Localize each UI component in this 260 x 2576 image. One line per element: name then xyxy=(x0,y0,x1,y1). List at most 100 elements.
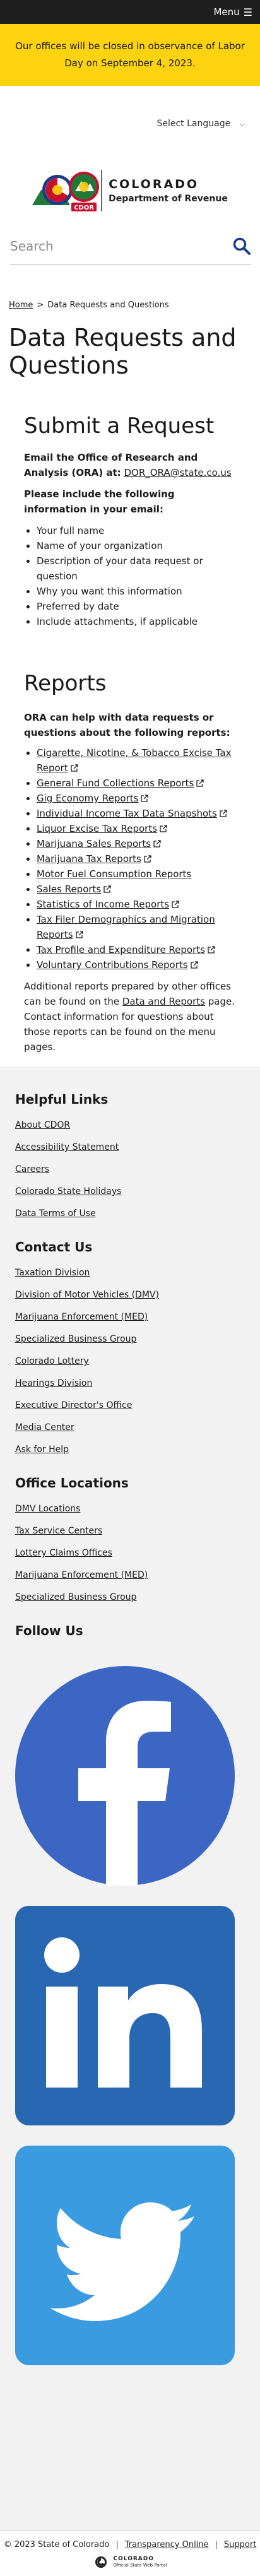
hamburger-icon: ☰ xyxy=(243,6,252,18)
report-list-item: Individual Income Tax Data Snapshots xyxy=(37,806,237,821)
language-select[interactable]: Select Language ⌵ xyxy=(157,119,245,129)
external-link-icon xyxy=(208,946,215,954)
external-link-icon xyxy=(220,810,227,817)
footer-link[interactable]: Marijuana Enforcement (MED) xyxy=(15,1568,245,1582)
top-menu-bar: Menu ☰ xyxy=(0,0,260,24)
portal-subtitle: Official State Web Portal xyxy=(113,2563,167,2568)
report-link[interactable]: Tax Profile and Expenditure Reports xyxy=(37,944,205,955)
alert-text: Our offices will be closed in observance… xyxy=(15,40,245,69)
footer-link[interactable]: Specialized Business Group xyxy=(15,1332,245,1346)
report-list-item: Tax Profile and Expenditure Reports xyxy=(37,942,237,957)
reports-heading: Reports xyxy=(24,671,107,696)
support-link[interactable]: Support xyxy=(224,2540,256,2549)
helpful-links-group: Helpful Links About CDOR Accessibility S… xyxy=(15,1092,245,1220)
submit-request-section: Submit a Request Email the Office of Res… xyxy=(24,413,237,629)
email-paragraph: Email the Office of Research and Analysi… xyxy=(24,450,237,480)
external-link-icon xyxy=(153,840,161,848)
report-link[interactable]: Liquor Excise Tax Reports xyxy=(37,823,157,834)
footer-link[interactable]: Careers xyxy=(15,1162,245,1176)
reports-section: Reports ORA can help with data requests … xyxy=(24,671,237,1055)
state-portal-logo[interactable]: COLORADO Official State Web Portal xyxy=(0,2556,260,2568)
list-item: Preferred by date xyxy=(37,599,237,614)
copyright-text: © 2023 State of Colorado xyxy=(3,2540,110,2549)
logo-line2: Department of Revenue xyxy=(109,194,228,204)
report-link[interactable]: Marijuana Sales Reports xyxy=(37,838,151,849)
list-item: Include attachments, if applicable xyxy=(37,614,237,629)
footer-link[interactable]: Division of Motor Vehicles (DMV) xyxy=(15,1288,245,1302)
menu-label: Menu xyxy=(213,6,240,18)
search-input[interactable]: Search xyxy=(10,239,54,254)
report-link[interactable]: Motor Fuel Consumption Reports xyxy=(37,868,191,880)
list-item: Your full name xyxy=(37,523,237,538)
site-footer: Helpful Links About CDOR Accessibility S… xyxy=(0,1066,260,2531)
search-icon[interactable] xyxy=(232,237,251,256)
footer-link[interactable]: DMV Locations xyxy=(15,1502,245,1516)
separator: | xyxy=(215,2540,218,2549)
external-link-icon xyxy=(190,961,198,969)
report-list-item: Marijuana Tax Reports xyxy=(37,851,237,866)
contact-us-group: Contact Us Taxation Division Division of… xyxy=(15,1239,245,1456)
site-logo[interactable]: CDOR COLORADO Department of Revenue xyxy=(0,153,260,228)
external-link-icon xyxy=(141,795,149,802)
breadcrumb: Home > Data Requests and Questions xyxy=(9,300,260,310)
transparency-online-link[interactable]: Transparency Online xyxy=(125,2540,209,2549)
report-link[interactable]: Gig Economy Reports xyxy=(37,793,138,804)
footer-link[interactable]: Specialized Business Group xyxy=(15,1590,245,1604)
logo-line1: COLORADO xyxy=(109,177,199,191)
report-link[interactable]: Cigarette, Nicotine, & Tobacco Excise Ta… xyxy=(37,747,232,774)
footer-link[interactable]: Executive Director's Office xyxy=(15,1398,245,1412)
footer-link[interactable]: Colorado Lottery xyxy=(15,1354,245,1368)
footer-link[interactable]: Data Terms of Use xyxy=(15,1207,245,1220)
report-link[interactable]: General Fund Collections Reports xyxy=(37,777,194,789)
report-link[interactable]: Marijuana Tax Reports xyxy=(37,853,141,865)
footer-link[interactable]: Ask for Help xyxy=(15,1443,245,1456)
footer-link[interactable]: Marijuana Enforcement (MED) xyxy=(15,1310,245,1324)
report-link[interactable]: Voluntary Contributions Reports xyxy=(37,959,188,971)
breadcrumb-home-link[interactable]: Home xyxy=(9,300,33,310)
footer-link[interactable]: Media Center xyxy=(15,1421,245,1434)
report-link[interactable]: Statistics of Income Reports xyxy=(37,899,169,910)
footer-link[interactable]: About CDOR xyxy=(15,1118,245,1132)
language-selector-row: Select Language ⌵ xyxy=(0,86,260,153)
contact-us-heading: Contact Us xyxy=(15,1239,93,1255)
external-link-icon xyxy=(75,931,83,938)
report-link[interactable]: Tax Filer Demographics and Migration Rep… xyxy=(37,914,215,940)
report-list-item: Voluntary Contributions Reports xyxy=(37,957,237,972)
data-and-reports-link[interactable]: Data and Reports xyxy=(122,996,205,1007)
menu-button[interactable]: Menu ☰ xyxy=(213,6,252,18)
report-list-item: Marijuana Sales Reports xyxy=(37,836,237,851)
facebook-icon[interactable] xyxy=(15,1666,235,1886)
footer-link[interactable]: Tax Service Centers xyxy=(15,1524,245,1538)
logo-badge-text: CDOR xyxy=(74,204,94,211)
report-list-item: Liquor Excise Tax Reports xyxy=(37,821,237,836)
twitter-icon[interactable] xyxy=(15,2146,235,2365)
report-list-item: Gig Economy Reports xyxy=(37,791,237,806)
office-locations-group: Office Locations DMV Locations Tax Servi… xyxy=(15,1475,245,1604)
helpful-links-heading: Helpful Links xyxy=(15,1092,109,1107)
report-link[interactable]: Individual Income Tax Data Snapshots xyxy=(37,808,217,819)
footer-link[interactable]: Colorado State Holidays xyxy=(15,1185,245,1198)
footer-link[interactable]: Accessibility Statement xyxy=(15,1140,245,1154)
email-link[interactable]: DOR_ORA@state.co.us xyxy=(124,467,231,478)
footer-link[interactable]: Taxation Division xyxy=(15,1266,245,1280)
reports-intro-paragraph: ORA can help with data requests or quest… xyxy=(24,710,237,740)
list-item: Description of your data request or ques… xyxy=(37,553,237,584)
reports-intro: ORA can help with data requests or quest… xyxy=(24,712,230,738)
bottom-links: © 2023 State of Colorado | Transparency … xyxy=(0,2540,260,2549)
request-items-list: Your full name Name of your organization… xyxy=(37,523,237,629)
office-locations-heading: Office Locations xyxy=(15,1475,129,1491)
footer-link[interactable]: Lottery Claims Offices xyxy=(15,1546,245,1560)
external-link-icon xyxy=(160,825,167,832)
list-item: Name of your organization xyxy=(37,538,237,553)
report-list-item: Sales Reports xyxy=(37,882,237,897)
footer-link[interactable]: Hearings Division xyxy=(15,1376,245,1390)
list-item: Why you want this information xyxy=(37,584,237,599)
external-link-icon xyxy=(103,885,111,893)
linkedin-icon[interactable] xyxy=(15,1906,235,2125)
chevron-down-icon: ⌵ xyxy=(239,120,245,128)
report-list-item: Cigarette, Nicotine, & Tobacco Excise Ta… xyxy=(37,745,237,776)
search-bar: Search xyxy=(10,228,251,265)
colorado-c-icon xyxy=(95,2556,107,2568)
report-link[interactable]: Sales Reports xyxy=(37,883,101,895)
include-paragraph: Please include the following information… xyxy=(24,487,237,517)
